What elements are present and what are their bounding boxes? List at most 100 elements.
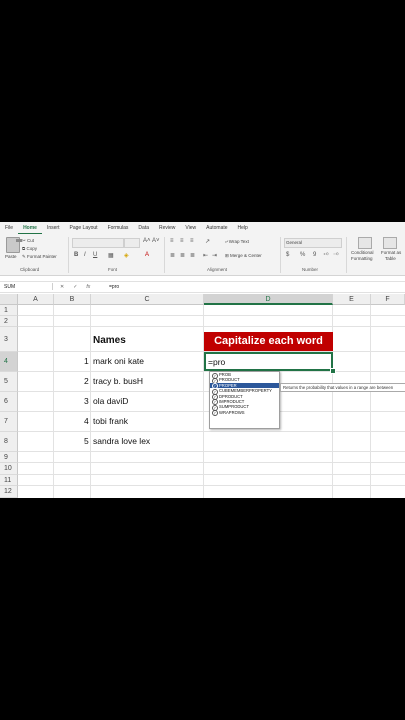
entry-number[interactable]: 1 <box>84 356 89 366</box>
function-tooltip: Returns the probability that values in a… <box>280 383 405 392</box>
enter-icon[interactable]: ✓ <box>73 284 77 290</box>
format-as-table-label-2[interactable]: Table <box>385 256 396 261</box>
conditional-formatting-icon[interactable] <box>358 237 372 249</box>
align-center-icon[interactable]: ≣ <box>180 252 185 259</box>
gridline <box>18 462 405 463</box>
underline-icon[interactable]: U <box>93 252 97 258</box>
format-as-table-label[interactable]: Format as <box>381 250 401 255</box>
copy-icon: ⧉ <box>22 246 26 251</box>
format-painter-button[interactable]: ✎ Format Painter <box>22 254 57 260</box>
column-header-b[interactable]: B <box>54 294 91 305</box>
conditional-formatting-label-2[interactable]: Formatting <box>351 256 373 261</box>
entry-name[interactable]: tracy b. busH <box>93 376 143 386</box>
row-header-5[interactable]: 5 <box>0 372 18 392</box>
column-header-f[interactable]: F <box>371 294 405 305</box>
row-header-7[interactable]: 7 <box>0 412 18 432</box>
fill-handle[interactable] <box>330 368 336 374</box>
bold-icon[interactable]: B <box>74 252 78 258</box>
wrap-text-button[interactable]: ⤶ Wrap Text <box>225 239 249 244</box>
row-header-10[interactable]: 10 <box>0 463 18 475</box>
comma-icon[interactable]: 9 <box>313 252 316 258</box>
copy-button[interactable]: ⧉ Copy <box>22 246 37 251</box>
tab-insert[interactable]: Insert <box>42 222 65 234</box>
paste-button[interactable]: Paste <box>5 254 17 259</box>
entry-number[interactable]: 2 <box>84 376 89 386</box>
select-all-corner[interactable] <box>0 294 18 305</box>
gridline <box>18 326 405 327</box>
row-header-12[interactable]: 12 <box>0 486 18 498</box>
align-top-icon[interactable]: ≡ <box>170 238 174 244</box>
align-middle-icon[interactable]: ≡ <box>180 238 184 244</box>
align-right-icon[interactable]: ≣ <box>190 252 195 259</box>
entry-name[interactable]: mark oni kate <box>93 356 144 366</box>
row-header-9[interactable]: 9 <box>0 452 18 463</box>
row-header-4[interactable]: 4 <box>0 352 18 372</box>
row-header-2[interactable]: 2 <box>0 316 18 327</box>
excel-window: File Home Insert Page Layout Formulas Da… <box>0 222 405 498</box>
active-cell-d4[interactable]: =pro <box>204 352 333 371</box>
gridline <box>18 485 405 486</box>
tab-formulas[interactable]: Formulas <box>103 222 134 234</box>
autocomplete-item-wraprows[interactable]: ƒ WRAPROWS <box>210 410 279 417</box>
merge-center-button[interactable]: ⊞ Merge & Center <box>225 253 262 259</box>
fill-color-icon[interactable]: ◈ <box>124 252 129 259</box>
italic-icon[interactable]: I <box>84 252 86 258</box>
font-size-select[interactable] <box>124 238 140 248</box>
tab-data[interactable]: Data <box>133 222 154 234</box>
shrink-font-icon[interactable]: A˅ <box>152 238 160 244</box>
divider <box>346 237 347 273</box>
column-header-a[interactable]: A <box>18 294 54 305</box>
tab-automate[interactable]: Automate <box>201 222 232 234</box>
currency-icon[interactable]: $ <box>286 252 289 258</box>
entry-number[interactable]: 3 <box>84 396 89 406</box>
paste-icon[interactable] <box>6 237 22 253</box>
function-icon: ƒ <box>212 410 218 417</box>
increase-indent-icon[interactable]: ⇥ <box>212 252 217 259</box>
borders-icon[interactable]: ▦ <box>108 252 114 259</box>
capitalize-header[interactable]: Capitalize each word <box>204 332 333 351</box>
entry-name[interactable]: ola daviD <box>93 396 128 406</box>
name-box[interactable]: SUM <box>2 283 53 290</box>
gridline <box>18 474 405 475</box>
row-header-8[interactable]: 8 <box>0 432 18 452</box>
entry-number[interactable]: 5 <box>84 436 89 446</box>
row-header-11[interactable]: 11 <box>0 475 18 486</box>
names-header[interactable]: Names <box>93 335 126 346</box>
font-color-icon[interactable]: A <box>145 252 149 258</box>
gridline <box>18 431 405 432</box>
entry-name[interactable]: sandra love lex <box>93 436 150 446</box>
cut-button[interactable]: ✂ Cut <box>22 238 34 244</box>
fx-icon[interactable]: fx <box>86 284 90 290</box>
tab-review[interactable]: Review <box>154 222 180 234</box>
merge-icon: ⊞ <box>225 253 229 258</box>
align-left-icon[interactable]: ≣ <box>170 252 175 259</box>
tab-file[interactable]: File <box>0 222 18 234</box>
increase-decimal-icon[interactable]: ⁺⁰ <box>323 252 329 259</box>
orientation-icon[interactable]: ↗ <box>205 238 210 245</box>
column-header-d[interactable]: D <box>204 294 333 305</box>
percent-icon[interactable]: % <box>300 252 305 258</box>
decrease-indent-icon[interactable]: ⇤ <box>203 252 208 259</box>
column-header-c[interactable]: C <box>91 294 204 305</box>
column-header-e[interactable]: E <box>333 294 371 305</box>
format-as-table-icon[interactable] <box>383 237 397 249</box>
clipboard-group-label: Clipboard <box>20 267 40 272</box>
row-header-6[interactable]: 6 <box>0 392 18 412</box>
font-name-select[interactable] <box>72 238 124 248</box>
conditional-formatting-label[interactable]: Conditional <box>351 250 374 255</box>
tab-help[interactable]: Help <box>233 222 253 234</box>
cancel-icon[interactable]: ✕ <box>60 284 64 290</box>
tab-page-layout[interactable]: Page Layout <box>64 222 102 234</box>
formula-input[interactable]: =pro <box>109 282 119 292</box>
entry-number[interactable]: 4 <box>84 416 89 426</box>
tab-view[interactable]: View <box>180 222 201 234</box>
decrease-decimal-icon[interactable]: ⁻⁰ <box>333 252 339 259</box>
ribbon-home: Paste ✂ Cut ⧉ Copy ✎ Format Painter Clip… <box>0 234 405 276</box>
entry-name[interactable]: tobi frank <box>93 416 128 426</box>
number-format-select[interactable]: General <box>284 238 342 248</box>
tab-home[interactable]: Home <box>18 222 42 234</box>
row-header-3[interactable]: 3 <box>0 327 18 352</box>
row-header-1[interactable]: 1 <box>0 305 18 316</box>
align-bottom-icon[interactable]: ≡ <box>190 238 194 244</box>
grow-font-icon[interactable]: A˄ <box>143 238 151 244</box>
